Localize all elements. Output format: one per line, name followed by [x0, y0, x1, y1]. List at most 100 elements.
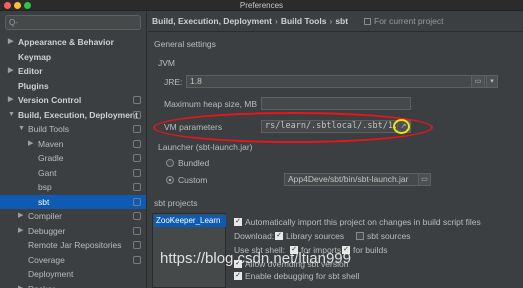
sbt-projects-heading: sbt projects [154, 198, 198, 208]
project-settings-icon [133, 139, 141, 148]
chevron-right-icon[interactable]: ▶ [18, 282, 23, 288]
for-current-project-label: For current project [364, 16, 443, 26]
launcher-path-input[interactable]: App4Deve/sbt/bin/sbt-launch.jar [284, 173, 430, 186]
sbt-settings-panel: Build, Execution, Deployment › Build Tools… [148, 11, 523, 288]
watermark: https://blog.csdn.net/ltian999 [160, 250, 351, 267]
sidebar-item-label: Remote Jar Repositories [28, 240, 122, 250]
sidebar-item-label: Gradle [38, 153, 64, 163]
sidebar-item-label: Gant [38, 167, 57, 178]
chevron-down-icon[interactable]: ▾ [486, 75, 498, 88]
project-settings-icon [133, 226, 141, 235]
project-settings-icon [133, 212, 141, 220]
sidebar-item[interactable]: Gant [0, 166, 146, 180]
sidebar-item[interactable]: Remote Jar Repositories [0, 238, 146, 252]
sidebar-item[interactable]: Keymap [0, 50, 146, 64]
sidebar-item[interactable]: ▶ Docker [0, 282, 146, 288]
for-builds-label: for builds [353, 245, 388, 255]
chevron-right-icon[interactable]: ▶ [8, 93, 13, 107]
max-heap-input[interactable] [261, 97, 411, 110]
sidebar-item[interactable]: bsp [0, 180, 146, 194]
project-settings-icon [133, 255, 141, 264]
sidebar-item[interactable]: ▶ Debugger [0, 224, 146, 238]
sidebar-item[interactable]: sbt [0, 194, 146, 209]
sidebar-item[interactable]: Coverage [0, 253, 146, 267]
folder-icon[interactable]: ▭ [471, 75, 485, 88]
chevron-right-icon[interactable]: ▶ [8, 64, 13, 78]
sidebar-item[interactable]: ▶ Appearance & Behavior [0, 35, 146, 49]
project-settings-icon [133, 125, 141, 133]
settings-search-input[interactable]: Q- [5, 15, 141, 30]
project-settings-icon [133, 183, 141, 191]
yellow-annotation-circle [393, 119, 410, 134]
auto-import-label: Automatically import this project on cha… [245, 217, 481, 227]
sidebar-item-label: Appearance & Behavior [18, 37, 114, 47]
sidebar-item-label: Keymap [18, 51, 52, 62]
chevron-right-icon[interactable]: ▶ [28, 137, 33, 151]
sidebar-item-label: Build Tools [28, 124, 69, 134]
sidebar-item-label: Build, Execution, Deployment [18, 109, 138, 120]
chevron-right-icon: › [329, 16, 333, 26]
for-current-project-text: For current project [374, 16, 444, 26]
folder-icon[interactable]: ▭ [418, 173, 431, 186]
custom-label: Custom [178, 175, 208, 185]
enable-debug-checkbox[interactable]: ✓ [234, 272, 242, 280]
library-sources-checkbox[interactable]: ✓ [275, 232, 283, 240]
sidebar-item-label: Editor [18, 66, 43, 76]
jre-select[interactable]: 1.8 [186, 75, 498, 88]
chevron-right-icon[interactable]: ▶ [18, 224, 23, 238]
sidebar-item-label: Deployment [28, 269, 74, 279]
chevron-right-icon[interactable]: ▶ [8, 35, 13, 49]
project-settings-icon [133, 241, 141, 249]
sidebar-item[interactable]: Gradle [0, 151, 146, 165]
max-heap-label: Maximum heap size, MB [164, 99, 258, 109]
sidebar-item[interactable]: ▼ Build, Execution, Deployment [0, 108, 146, 122]
sidebar-item-label: Docker [28, 282, 55, 288]
sidebar-item-label: Debugger [28, 225, 66, 236]
sidebar-item-label: sbt [38, 196, 50, 207]
custom-radio[interactable] [166, 176, 174, 184]
project-icon [364, 18, 371, 25]
sidebar-item-label: Coverage [28, 254, 65, 265]
chevron-down-icon[interactable]: ▼ [8, 108, 15, 122]
sidebar-item-label: bsp [38, 182, 52, 192]
project-settings-icon [133, 110, 141, 119]
sidebar-item-label: Version Control [18, 95, 82, 105]
window-title: Preferences [239, 1, 284, 10]
sidebar-item[interactable]: ▶ Compiler [0, 209, 146, 223]
launcher-heading: Launcher (sbt-launch.jar) [158, 142, 253, 152]
project-settings-icon [133, 96, 141, 104]
launcher-path-value: App4Deve/sbt/bin/sbt-launch.jar [288, 174, 409, 184]
sbt-sources-checkbox[interactable] [356, 232, 364, 240]
chevron-right-icon[interactable]: ▶ [18, 209, 23, 223]
sidebar-item-label: Plugins [18, 80, 49, 91]
enable-debug-label: Enable debugging for sbt shell [245, 271, 360, 281]
project-settings-icon [133, 168, 141, 177]
breadcrumb-item[interactable]: Build Tools [281, 16, 327, 26]
download-label: Download: [234, 231, 275, 241]
bundled-label: Bundled [178, 158, 210, 168]
red-annotation-circle [153, 112, 433, 143]
bundled-radio[interactable] [166, 159, 174, 167]
sidebar-item[interactable]: Plugins [0, 79, 146, 93]
sidebar-item[interactable]: ▶ Version Control [0, 93, 146, 107]
breadcrumb-item: sbt [335, 16, 349, 26]
sidebar-item[interactable]: ▶ Editor [0, 64, 146, 78]
search-icon: Q- [9, 18, 18, 27]
breadcrumb: Build, Execution, Deployment › Build Tools… [152, 16, 348, 26]
sidebar-item-label: Maven [38, 138, 64, 149]
auto-import-checkbox[interactable]: ✓ [234, 218, 242, 226]
sidebar-item[interactable]: ▼ Build Tools [0, 122, 146, 136]
breadcrumb-item[interactable]: Build, Execution, Deployment [152, 16, 272, 26]
chevron-right-icon: › [274, 16, 278, 26]
divider [148, 31, 523, 32]
library-sources-label: Library sources [286, 231, 345, 241]
jvm-heading: JVM [158, 58, 175, 68]
title-bar: Preferences [0, 0, 523, 11]
general-settings-heading: General settings [154, 39, 216, 49]
project-item[interactable]: ZooKeeper_Learn [154, 215, 226, 227]
project-settings-icon [133, 197, 141, 206]
sidebar-item[interactable]: ▶ Maven [0, 137, 146, 151]
sidebar-item[interactable]: Deployment [0, 267, 146, 281]
project-settings-icon [133, 154, 141, 162]
chevron-down-icon[interactable]: ▼ [18, 122, 25, 136]
